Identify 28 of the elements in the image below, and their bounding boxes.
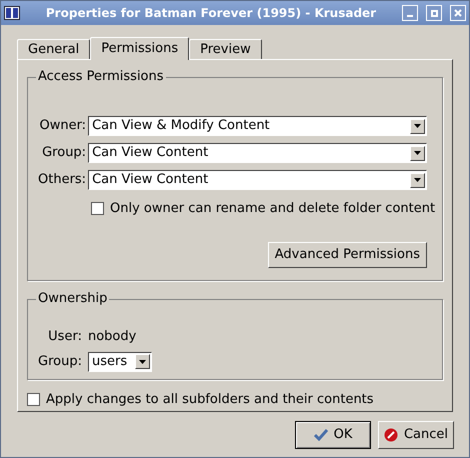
- group-title: Ownership: [36, 291, 110, 307]
- checkbox[interactable]: [91, 202, 104, 216]
- tab[interactable]: Permissions: [90, 37, 190, 60]
- field-label: User:: [47, 328, 82, 346]
- tab[interactable]: Preview: [189, 39, 262, 59]
- field-label: Others:: [37, 171, 86, 190]
- close-icon[interactable]: [450, 5, 466, 21]
- checkbox[interactable]: [27, 393, 40, 406]
- checkbox-label: Only owner can rename and delete folder content: [110, 200, 436, 218]
- checkmark-icon: [314, 429, 328, 441]
- field-label: Group:: [38, 352, 82, 371]
- user-value: nobody: [88, 328, 138, 346]
- cancel-button[interactable]: Cancel: [378, 421, 454, 449]
- field-label: Owner:: [38, 117, 86, 136]
- ok-button[interactable]: OK: [295, 421, 371, 449]
- dropdown[interactable]: Can View Content: [88, 143, 427, 163]
- maximize-icon[interactable]: [426, 5, 442, 21]
- dropdown[interactable]: users: [88, 352, 152, 372]
- checkbox-label: Apply changes to all subfolders and their contents: [46, 391, 374, 409]
- minimize-icon[interactable]: [402, 5, 418, 21]
- cancel-icon: [384, 428, 398, 442]
- app-icon: [4, 6, 20, 20]
- tab[interactable]: General: [17, 39, 90, 59]
- field-label: Group:: [41, 144, 86, 162]
- window-title: Properties for Batman Forever (1995) - Krusader: [44, 5, 378, 22]
- dropdown[interactable]: Can View & Modify Content: [88, 116, 427, 136]
- advanced-permissions-button[interactable]: Advanced Permissions: [268, 242, 427, 268]
- dropdown[interactable]: Can View Content: [88, 170, 427, 190]
